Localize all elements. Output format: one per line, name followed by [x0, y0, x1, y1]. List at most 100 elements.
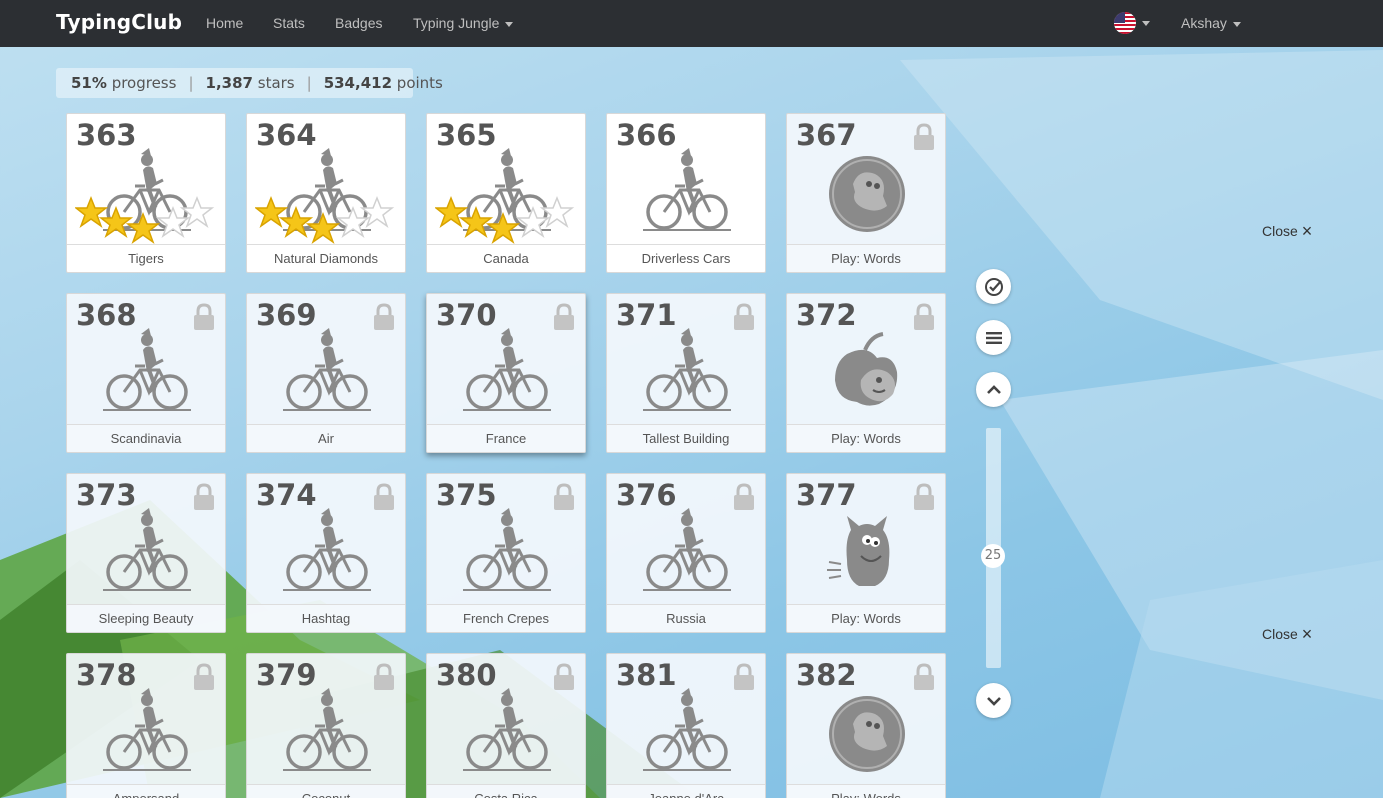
- lock-icon: [193, 663, 215, 691]
- lesson-tile[interactable]: 376 Russia: [606, 473, 766, 633]
- cyclist-icon: [97, 504, 197, 604]
- cyclist-icon: [457, 324, 557, 424]
- lesson-name: Ampersand: [67, 784, 225, 798]
- lesson-tile[interactable]: 371 Tallest Building: [606, 293, 766, 453]
- lock-icon: [373, 303, 395, 331]
- chevron-up-icon: [986, 384, 1001, 394]
- lock-icon: [733, 303, 755, 331]
- progress-percent: 51%: [71, 74, 107, 92]
- lesson-tile[interactable]: 377 Play: Words: [786, 473, 946, 633]
- scroll-up-button[interactable]: [976, 372, 1011, 407]
- lesson-name: Scandinavia: [67, 424, 225, 452]
- lesson-name: French Crepes: [427, 604, 585, 632]
- lesson-tile[interactable]: 366 Driverless Cars: [606, 113, 766, 273]
- check-circle-icon: [984, 277, 1003, 296]
- lesson-name: Driverless Cars: [607, 244, 765, 272]
- nav-badges[interactable]: Badges: [335, 15, 382, 31]
- lock-icon: [913, 483, 935, 511]
- chevron-down-icon: [986, 696, 1001, 706]
- lesson-tile[interactable]: 364 Natural Diamonds: [246, 113, 406, 273]
- cyclist-icon: [637, 324, 737, 424]
- lesson-tile[interactable]: 363 Tigers: [66, 113, 226, 273]
- game-monster-icon: [817, 504, 917, 604]
- chevron-down-icon: [1232, 21, 1241, 27]
- lesson-tile[interactable]: 367 Play: Words: [786, 113, 946, 273]
- lock-icon: [553, 483, 575, 511]
- cyclist-icon: [637, 684, 737, 784]
- lock-icon: [913, 303, 935, 331]
- lesson-name: Air: [247, 424, 405, 452]
- lesson-tile[interactable]: 370 France: [426, 293, 586, 453]
- top-navbar: TypingClub Home Stats Badges Typing Jung…: [0, 0, 1383, 47]
- check-circle-button[interactable]: [976, 269, 1011, 304]
- nav-typing-jungle-dropdown[interactable]: Typing Jungle: [413, 15, 514, 31]
- lesson-name: Costa Rica: [427, 784, 585, 798]
- language-chevron-down-icon[interactable]: [1142, 21, 1150, 26]
- close-button[interactable]: Close ×: [1262, 624, 1312, 645]
- lesson-name: Play: Words: [787, 244, 945, 272]
- lesson-name: Natural Diamonds: [247, 244, 405, 272]
- lock-icon: [553, 663, 575, 691]
- cyclist-icon: [277, 504, 377, 604]
- scroll-down-button[interactable]: [976, 683, 1011, 718]
- star-rating: [253, 192, 400, 244]
- lesson-tile[interactable]: 375 French Crepes: [426, 473, 586, 633]
- cyclist-icon: [277, 324, 377, 424]
- lesson-tile[interactable]: 378 Ampersand: [66, 653, 226, 798]
- lesson-name: Sleeping Beauty: [67, 604, 225, 632]
- cyclist-icon: [277, 684, 377, 784]
- close-icon: ×: [1301, 221, 1313, 241]
- cyclist-icon: [97, 324, 197, 424]
- lesson-tile[interactable]: 369 Air: [246, 293, 406, 453]
- nav-home[interactable]: Home: [206, 15, 243, 31]
- close-button[interactable]: Close ×: [1262, 221, 1312, 242]
- lock-icon: [373, 663, 395, 691]
- lock-icon: [193, 303, 215, 331]
- lesson-name: Play: Words: [787, 784, 945, 798]
- lock-icon: [373, 483, 395, 511]
- lesson-name: Hashtag: [247, 604, 405, 632]
- cyclist-icon: [637, 504, 737, 604]
- points-count: 534,412: [323, 74, 393, 92]
- lock-icon: [193, 483, 215, 511]
- lock-icon: [913, 123, 935, 151]
- cyclist-icon: [457, 504, 557, 604]
- divider: |: [306, 74, 312, 92]
- lesson-tile[interactable]: 372 Play: Words: [786, 293, 946, 453]
- menu-button[interactable]: [976, 320, 1011, 355]
- lesson-name: Play: Words: [787, 604, 945, 632]
- lesson-tile[interactable]: 374 Hashtag: [246, 473, 406, 633]
- lesson-name: Play: Words: [787, 424, 945, 452]
- lesson-name: Jeanne d'Arc: [607, 784, 765, 798]
- lesson-tile[interactable]: 373 Sleeping Beauty: [66, 473, 226, 633]
- game-bubble-icon: [817, 684, 917, 784]
- user-menu-dropdown[interactable]: Akshay: [1181, 15, 1241, 31]
- us-flag-icon[interactable]: [1114, 12, 1136, 34]
- star-rating: [433, 192, 580, 244]
- level-scroll-knob[interactable]: 25: [981, 544, 1005, 568]
- game-bubble-icon: [817, 144, 917, 244]
- lock-icon: [733, 663, 755, 691]
- lesson-tile[interactable]: 368 Scandinavia: [66, 293, 226, 453]
- cyclist-icon: [457, 684, 557, 784]
- lesson-tile[interactable]: 380 Costa Rica: [426, 653, 586, 798]
- lesson-tile[interactable]: 379 Coconut: [246, 653, 406, 798]
- lesson-name: Russia: [607, 604, 765, 632]
- lock-icon: [553, 303, 575, 331]
- lock-icon: [733, 483, 755, 511]
- close-icon: ×: [1301, 624, 1313, 644]
- cyclist-icon: [97, 684, 197, 784]
- chevron-down-icon: [505, 21, 514, 27]
- lesson-tile[interactable]: 381 Jeanne d'Arc: [606, 653, 766, 798]
- divider: |: [188, 74, 194, 92]
- cyclist-icon: [637, 144, 737, 244]
- close-label: Close: [1262, 223, 1298, 239]
- lesson-name: Coconut: [247, 784, 405, 798]
- lesson-tile[interactable]: 365 Canada: [426, 113, 586, 273]
- nav-stats[interactable]: Stats: [273, 15, 305, 31]
- progress-label: progress: [111, 74, 177, 92]
- lesson-tile[interactable]: 382 Play: Words: [786, 653, 946, 798]
- lesson-name: France: [427, 424, 585, 452]
- game-apple-icon: [817, 324, 917, 424]
- brand-logo[interactable]: TypingClub: [56, 10, 182, 34]
